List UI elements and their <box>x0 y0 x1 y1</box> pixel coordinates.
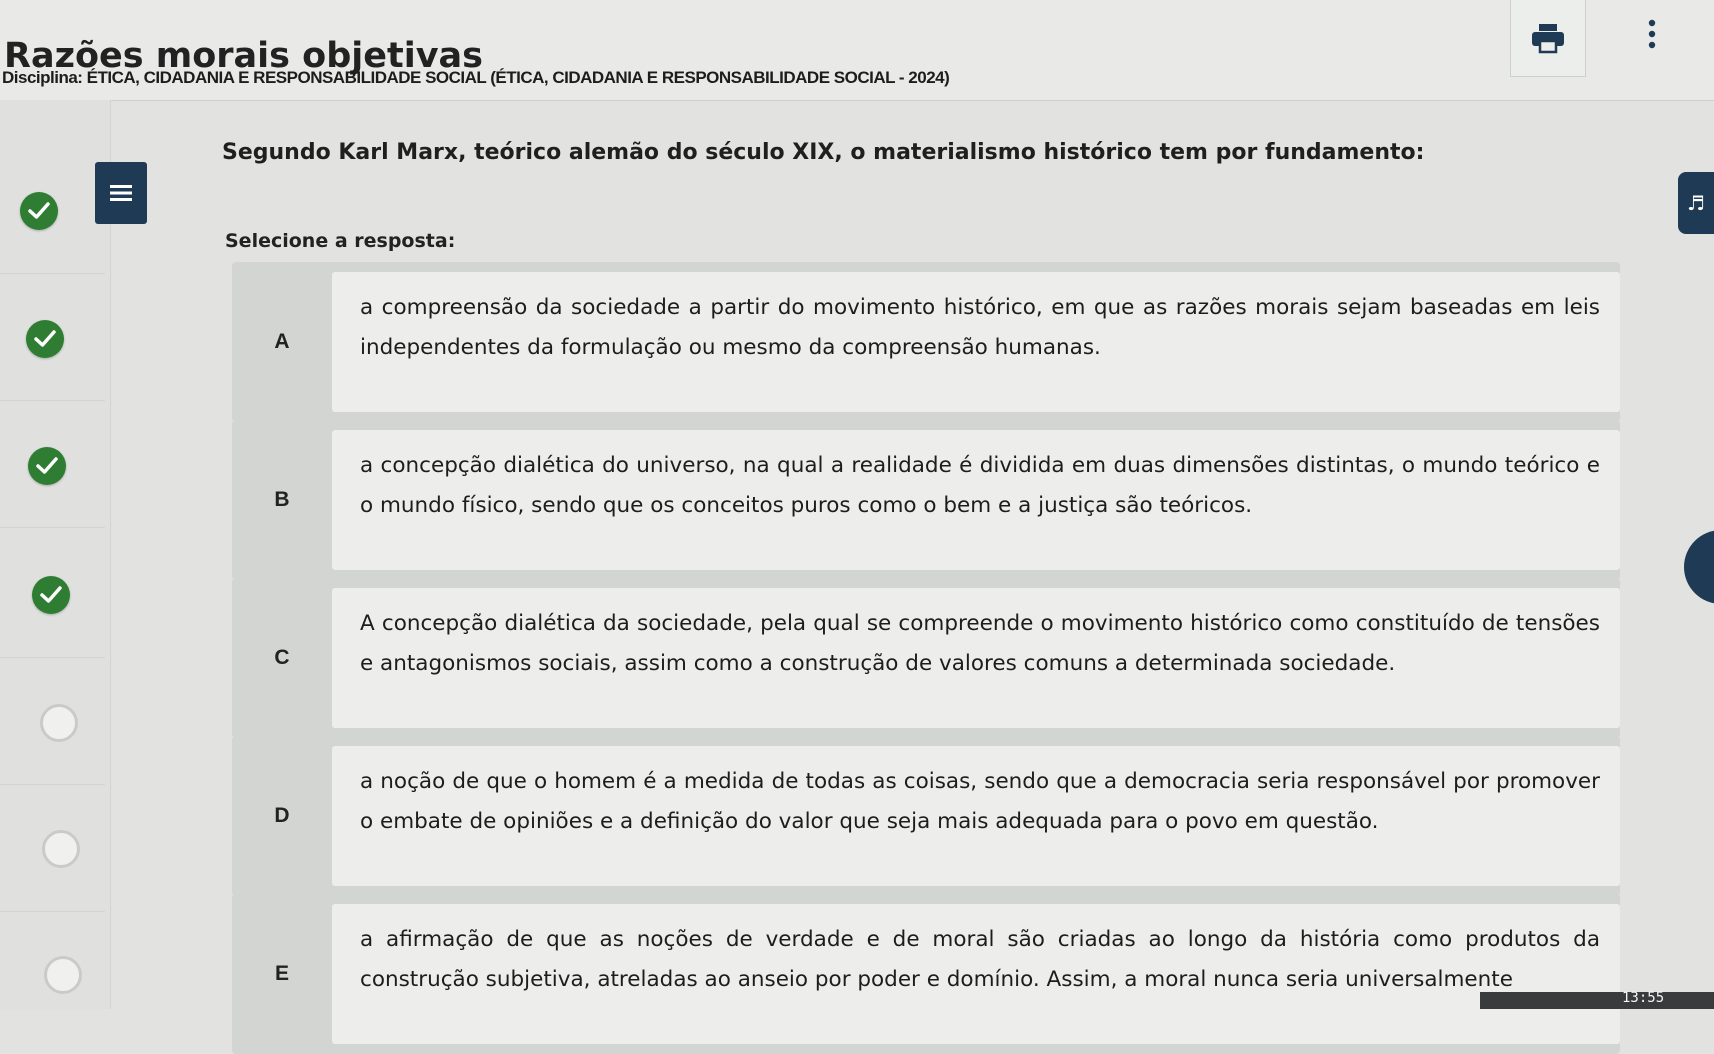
menu-button[interactable] <box>95 162 147 224</box>
printer-icon <box>1532 24 1564 54</box>
option-text: a afirmação de que as noções de verdade … <box>332 904 1620 1044</box>
option-text: a noção de que o homem é a medida de tod… <box>332 746 1620 886</box>
option-letter: C <box>274 646 290 669</box>
unanswered-circle-icon[interactable] <box>40 704 78 742</box>
nav-item-1[interactable] <box>0 100 105 274</box>
option-text: a compreensão da sociedade a partir do m… <box>332 272 1620 412</box>
taskbar <box>1480 992 1714 1009</box>
accessibility-icon: ♬ <box>1687 191 1705 215</box>
option-a[interactable]: A a compreensão da sociedade a partir do… <box>232 262 1620 422</box>
side-panel-tab[interactable]: ♬ <box>1678 172 1714 234</box>
more-vertical-icon <box>1648 19 1656 49</box>
more-options-button[interactable] <box>1640 14 1664 54</box>
option-letter: E <box>274 962 289 985</box>
option-letter: A <box>274 330 290 353</box>
option-b[interactable]: B a concepção dialética do universo, na … <box>232 420 1620 580</box>
unanswered-circle-icon[interactable] <box>42 830 80 868</box>
select-answer-label: Selecione a resposta: <box>225 230 456 252</box>
clock: 13:55 <box>1622 990 1665 1006</box>
answered-check-icon[interactable] <box>32 576 70 614</box>
question-text: Segundo Karl Marx, teórico alemão do séc… <box>222 140 1425 165</box>
option-d[interactable]: D a noção de que o homem é a medida de t… <box>232 736 1620 896</box>
unanswered-circle-icon[interactable] <box>44 956 82 994</box>
answered-check-icon[interactable] <box>26 320 64 358</box>
option-text: A concepção dialética da sociedade, pela… <box>332 588 1620 728</box>
answered-check-icon[interactable] <box>28 447 66 485</box>
page-header: Razões morais objetivas Disciplina: ÉTIC… <box>0 0 1714 101</box>
option-letter: B <box>274 488 290 511</box>
option-letter: D <box>274 804 290 827</box>
hamburger-menu-icon <box>110 185 132 201</box>
print-button[interactable] <box>1510 0 1586 77</box>
discipline-subtitle: Disciplina: ÉTICA, CIDADANIA E RESPONSAB… <box>2 68 950 87</box>
side-help-button[interactable] <box>1684 530 1714 604</box>
answered-check-icon[interactable] <box>20 192 58 230</box>
option-text: a concepção dialética do universo, na qu… <box>332 430 1620 570</box>
option-e[interactable]: E a afirmação de que as noções de verdad… <box>232 894 1620 1054</box>
option-c[interactable]: C A concepção dialética da sociedade, pe… <box>232 578 1620 738</box>
question-navigator <box>0 100 111 1009</box>
